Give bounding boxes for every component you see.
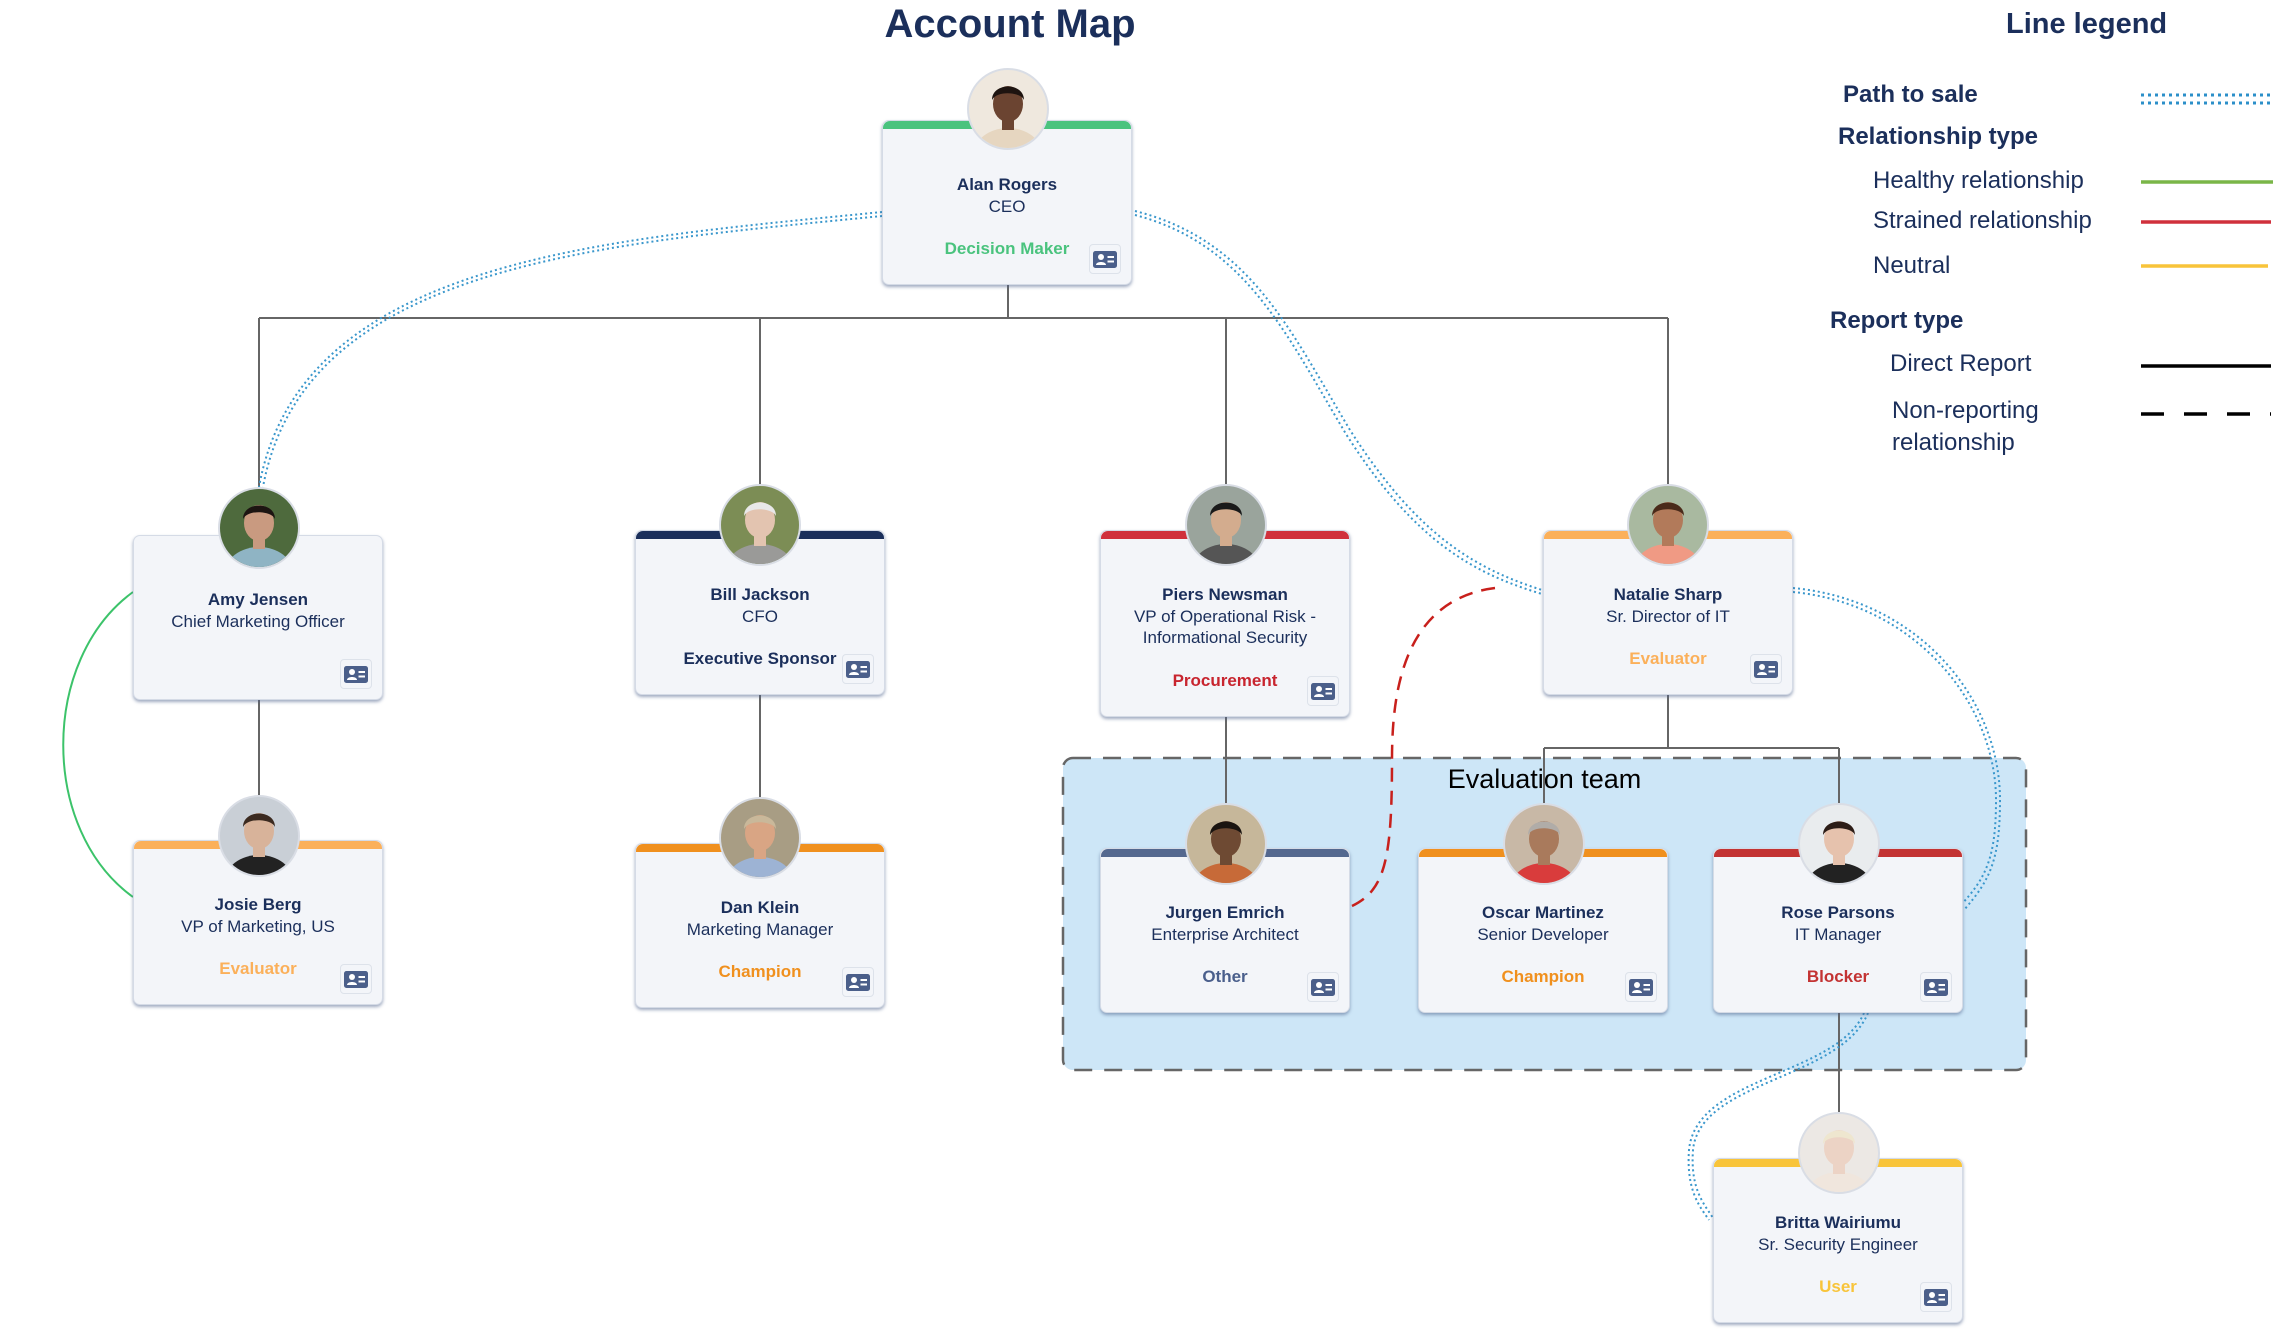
legend-path-to-sale: Path to sale xyxy=(1843,81,1978,108)
person-name: Bill Jackson xyxy=(710,585,810,604)
avatar-natalie xyxy=(1627,484,1709,566)
person-title: Senior Developer xyxy=(1477,925,1609,944)
contact-card-button[interactable] xyxy=(1307,676,1339,706)
legend-strained: Strained relationship xyxy=(1873,207,2092,234)
avatar-photo xyxy=(1634,502,1702,564)
contact-card-button[interactable] xyxy=(340,659,372,689)
contact-card-button[interactable] xyxy=(1307,972,1339,1002)
person-name: Piers Newsman xyxy=(1162,585,1288,604)
person-name: Natalie Sharp xyxy=(1613,585,1723,604)
avatar-alan xyxy=(967,68,1049,150)
person-name: Amy Jensen xyxy=(207,590,309,609)
person-name: Oscar Martinez xyxy=(1482,903,1604,922)
contact-card-button[interactable] xyxy=(1089,244,1121,274)
person-title: Marketing Manager xyxy=(686,920,834,939)
person-title: Chief Marketing Officer xyxy=(171,612,345,631)
avatar-photo xyxy=(1805,821,1873,883)
person-title: Enterprise Architect xyxy=(1151,925,1299,944)
contact-card-button[interactable] xyxy=(1920,972,1952,1002)
contact-card-icon xyxy=(344,970,368,988)
person-title: CEO xyxy=(988,197,1026,216)
legend-non-reporting-2: relationship xyxy=(1892,429,2015,456)
avatar-rose xyxy=(1798,803,1880,885)
contact-card-icon xyxy=(846,660,870,678)
contact-card-button[interactable] xyxy=(842,967,874,997)
avatar-oscar xyxy=(1503,803,1585,885)
avatar-photo xyxy=(225,813,293,875)
person-name: Britta Wairiumu xyxy=(1775,1213,1901,1232)
contact-card-icon xyxy=(1629,978,1653,996)
contact-card-icon xyxy=(1311,682,1335,700)
contact-card-button[interactable] xyxy=(842,654,874,684)
avatar-josie xyxy=(218,795,300,877)
legend-healthy: Healthy relationship xyxy=(1873,167,2084,194)
legend-non-reporting: Non-reporting xyxy=(1892,397,2039,424)
path-alan-to-amy xyxy=(258,211,883,488)
person-name: Alan Rogers xyxy=(956,175,1058,194)
contact-card-icon xyxy=(344,665,368,683)
legend-direct-report: Direct Report xyxy=(1890,350,2032,377)
avatar-jurgen xyxy=(1185,803,1267,885)
avatar-bill xyxy=(719,484,801,566)
avatar-piers xyxy=(1185,484,1267,566)
contact-card-icon xyxy=(846,973,870,991)
person-name: Jurgen Emrich xyxy=(1165,903,1285,922)
legend-lines xyxy=(2141,93,2273,416)
healthy-relationship-line xyxy=(62,591,134,898)
legend-report-type: Report type xyxy=(1830,307,1964,334)
avatar-amy xyxy=(218,487,300,569)
contact-card-icon xyxy=(1093,250,1117,268)
contact-card-button[interactable] xyxy=(1625,972,1657,1002)
avatar-dan xyxy=(719,797,801,879)
avatar-photo xyxy=(726,502,794,564)
person-title: Sr. Security Engineer xyxy=(1758,1235,1918,1254)
contact-card-icon xyxy=(1924,1288,1948,1306)
contact-card-icon xyxy=(1924,978,1948,996)
person-title: CFO xyxy=(742,607,778,626)
avatar-britta xyxy=(1798,1112,1880,1194)
avatar-photo xyxy=(225,505,293,567)
connector-natalie-to-team xyxy=(1543,695,1840,803)
legend-title: Line legend xyxy=(2006,8,2168,40)
person-title-line2: Informational Security xyxy=(1142,628,1308,647)
legend-relationship-type: Relationship type xyxy=(1838,123,2039,150)
avatar-photo xyxy=(1805,1130,1873,1192)
person-name: Dan Klein xyxy=(720,898,800,917)
avatar-photo xyxy=(726,815,794,877)
person-title: IT Manager xyxy=(1794,925,1882,944)
person-title: VP of Operational Risk - xyxy=(1133,607,1317,626)
legend-neutral: Neutral xyxy=(1873,252,1951,279)
contact-card-button[interactable] xyxy=(340,964,372,994)
person-name: Josie Berg xyxy=(214,895,302,914)
contact-card-button[interactable] xyxy=(1920,1282,1952,1312)
contact-card-icon xyxy=(1311,978,1335,996)
person-name: Rose Parsons xyxy=(1781,903,1895,922)
contact-card-icon xyxy=(1754,660,1778,678)
avatar-photo xyxy=(1192,502,1260,564)
avatar-photo xyxy=(1192,821,1260,883)
person-title: Sr. Director of IT xyxy=(1606,607,1730,626)
avatar-photo xyxy=(974,86,1042,148)
person-title: VP of Marketing, US xyxy=(181,917,335,936)
contact-card-button[interactable] xyxy=(1750,654,1782,684)
avatar-photo xyxy=(1510,821,1578,883)
